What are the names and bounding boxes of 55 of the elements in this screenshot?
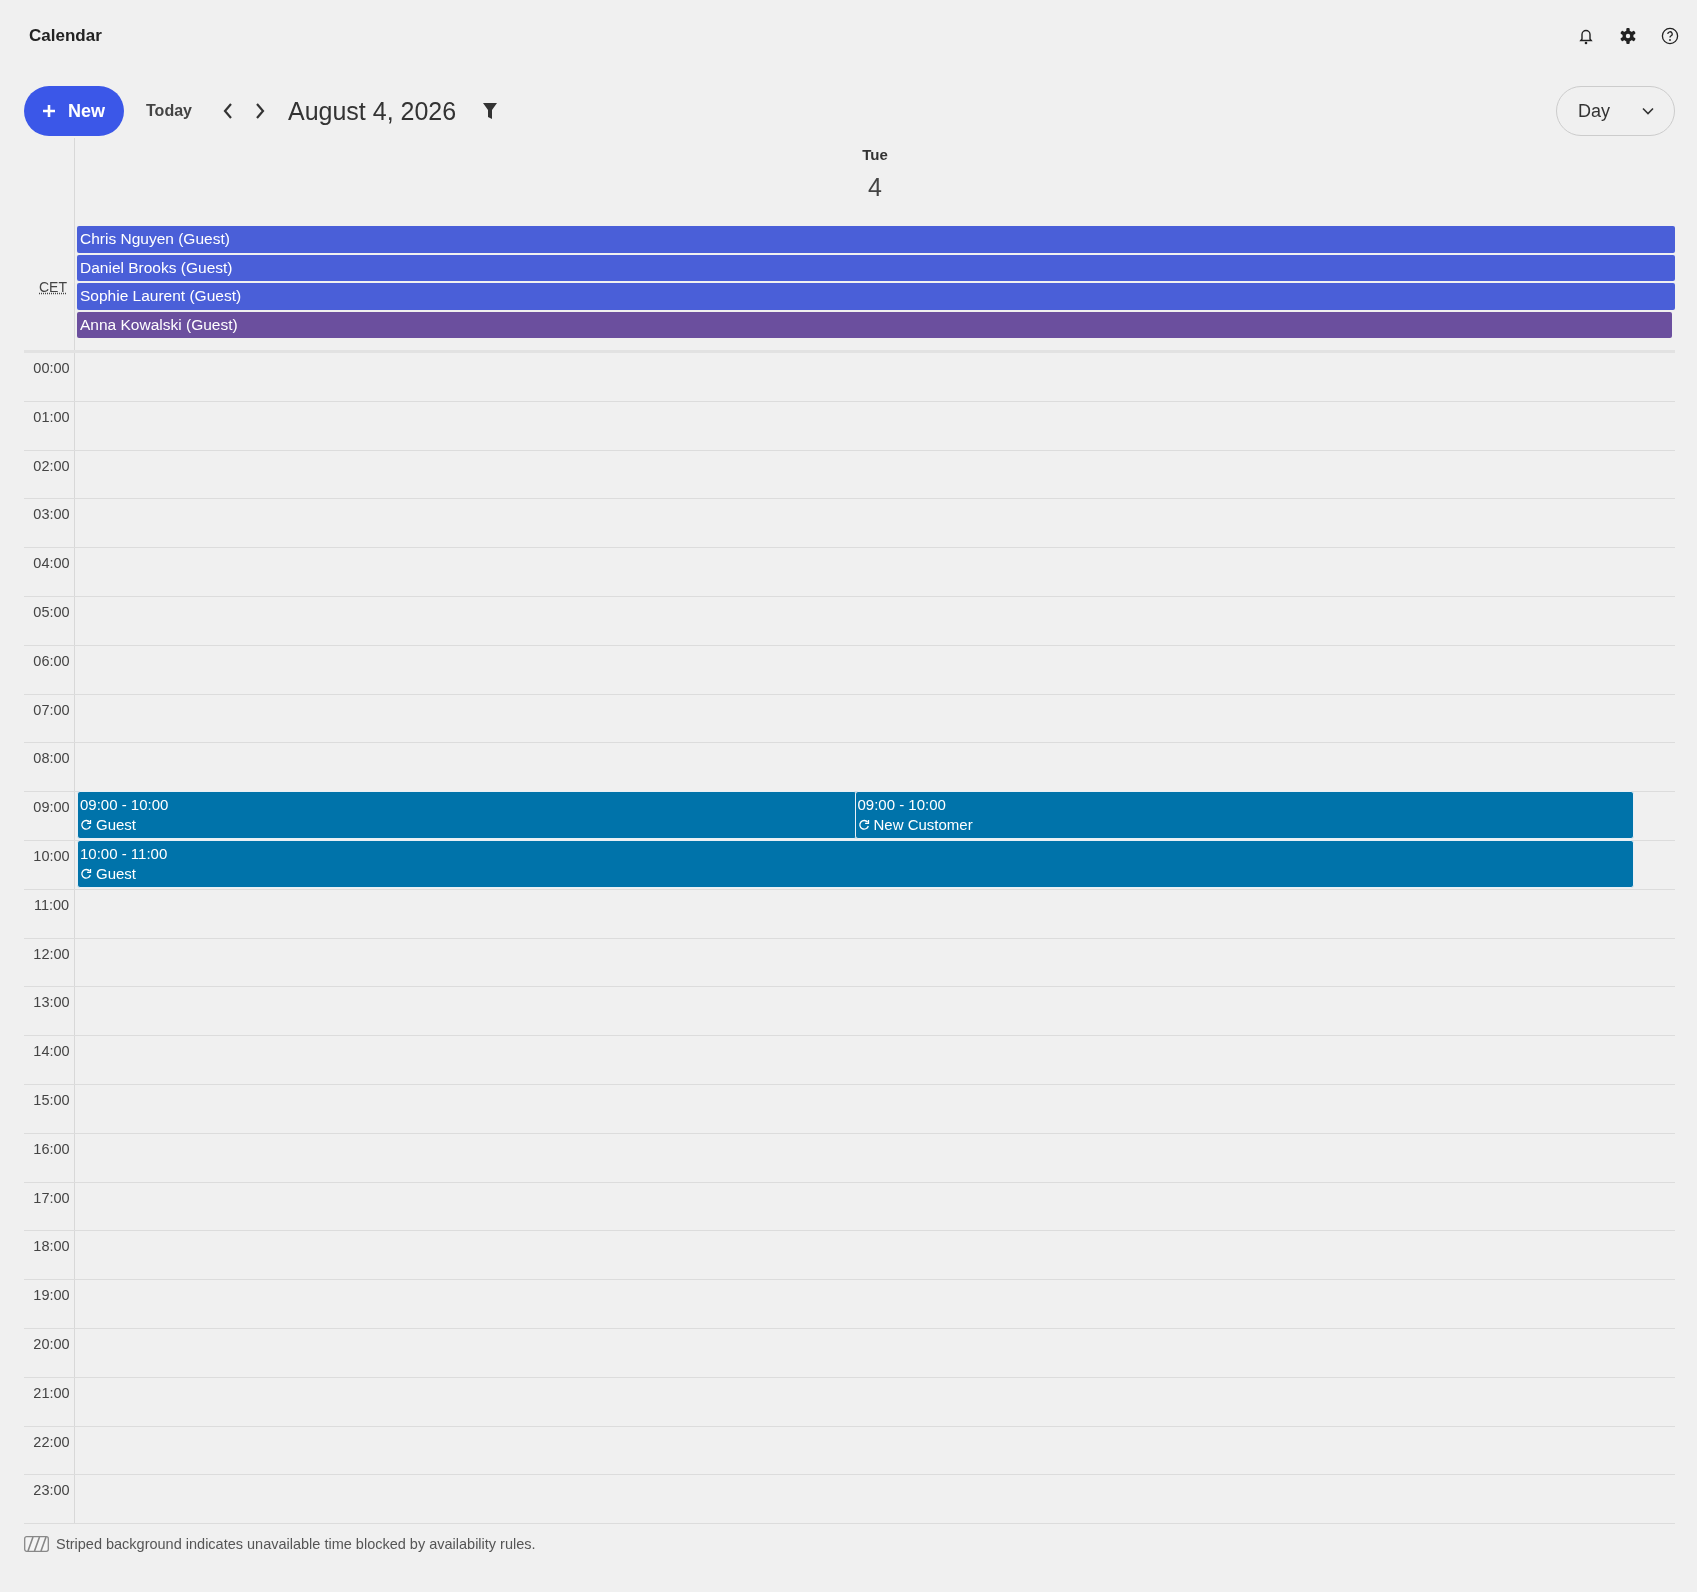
hour-label: 17:00 bbox=[32, 1189, 70, 1208]
event-time: 10:00 - 11:00 bbox=[80, 843, 169, 864]
notification-bell-icon[interactable] bbox=[1577, 27, 1595, 45]
weekday-label: Tue bbox=[862, 146, 888, 163]
hour-label: 05:00 bbox=[32, 604, 70, 622]
hour-label: 02:00 bbox=[32, 457, 70, 476]
calendar-event[interactable]: 10:00 - 11:00 Guest bbox=[77, 839, 1634, 888]
day-number: 4 bbox=[868, 173, 882, 202]
hour-label: 19:00 bbox=[32, 1287, 70, 1306]
hour-label: 06:00 bbox=[32, 652, 70, 671]
event-title: New Customer bbox=[873, 815, 973, 836]
legend-note: Striped background indicates unavailable time blocked by availability rules. bbox=[56, 1536, 536, 1553]
hour-label: 13:00 bbox=[32, 994, 70, 1013]
app-title: Calendar bbox=[29, 26, 102, 46]
all-day-event[interactable]: Anna Kowalski (Guest) bbox=[77, 311, 1672, 338]
current-date: August 4, 2026 bbox=[287, 96, 457, 126]
help-icon[interactable] bbox=[1661, 27, 1679, 45]
all-day-event[interactable]: Chris Nguyen (Guest) bbox=[77, 226, 1675, 253]
hour-label: 09:00 bbox=[32, 799, 70, 818]
hour-label: 04:00 bbox=[32, 555, 70, 574]
hour-label: 22:00 bbox=[32, 1433, 70, 1452]
hour-label: 08:00 bbox=[32, 750, 70, 769]
striped-swatch-icon bbox=[24, 1536, 49, 1553]
hour-label: 03:00 bbox=[32, 506, 70, 525]
timezone-label: CET bbox=[39, 279, 67, 295]
hour-label: 00:00 bbox=[32, 360, 70, 378]
all-day-event[interactable]: Sophie Laurent (Guest) bbox=[77, 283, 1675, 310]
chevron-down-icon bbox=[1642, 107, 1654, 115]
all-day-event[interactable]: Daniel Brooks (Guest) bbox=[77, 254, 1675, 281]
hour-label: 16:00 bbox=[32, 1140, 70, 1159]
hour-label: 11:00 bbox=[32, 896, 70, 915]
calendar-event[interactable]: 09:00 - 10:00 Guest bbox=[77, 791, 857, 839]
hour-label: 21:00 bbox=[32, 1384, 70, 1403]
settings-icon[interactable] bbox=[1619, 27, 1637, 45]
hour-label: 01:00 bbox=[32, 408, 70, 427]
hour-label: 15:00 bbox=[32, 1091, 70, 1110]
chevron-right-icon bbox=[253, 102, 266, 120]
event-time: 09:00 - 10:00 bbox=[80, 795, 170, 816]
event-title: Guest bbox=[96, 815, 137, 836]
hour-label: 20:00 bbox=[32, 1335, 70, 1354]
hour-label: 12:00 bbox=[32, 945, 70, 964]
hour-label: 14:00 bbox=[32, 1043, 70, 1062]
event-time: 09:00 - 10:00 bbox=[857, 795, 947, 816]
hour-label: 23:00 bbox=[32, 1482, 70, 1501]
calendar-event[interactable]: 09:00 - 10:00 New Customer bbox=[854, 791, 1634, 839]
chevron-left-icon bbox=[221, 102, 234, 120]
today-button[interactable]: Today bbox=[136, 96, 202, 126]
funnel-icon bbox=[482, 102, 499, 120]
hour-label: 10:00 bbox=[32, 847, 70, 866]
hour-label: 07:00 bbox=[32, 701, 70, 720]
new-button[interactable]: New bbox=[24, 86, 124, 136]
event-title: Guest bbox=[96, 863, 137, 884]
hour-label: 18:00 bbox=[32, 1238, 70, 1257]
plus-icon bbox=[42, 104, 56, 118]
view-dropdown[interactable]: Day bbox=[1556, 86, 1675, 136]
